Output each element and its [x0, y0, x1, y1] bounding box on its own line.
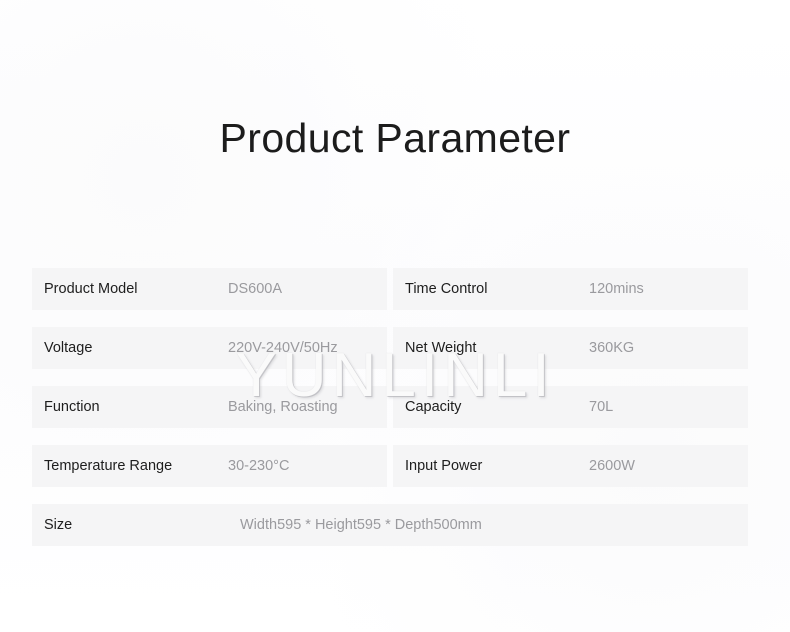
- parameter-cell-capacity: Capacity 70L: [393, 386, 748, 428]
- parameter-value: 360KG: [589, 340, 635, 356]
- parameter-label: Temperature Range: [44, 458, 173, 474]
- parameter-label: Size: [44, 517, 73, 533]
- parameter-label: Time Control: [405, 281, 488, 297]
- parameter-cell-time-control: Time Control 120mins: [393, 268, 748, 310]
- product-parameter-table: Product Model DS600A Time Control 120min…: [32, 268, 748, 546]
- parameter-cell-product-model: Product Model DS600A: [32, 268, 387, 310]
- parameter-label: Net Weight: [405, 340, 477, 356]
- table-row: Voltage 220V-240V/50Hz Net Weight 360KG: [32, 327, 748, 369]
- parameter-cell-input-power: Input Power 2600W: [393, 445, 748, 487]
- parameter-value: DS600A: [228, 281, 283, 297]
- parameter-cell-size: Size Width595 * Height595 * Depth500mm: [32, 504, 748, 546]
- parameter-label: Product Model: [44, 281, 138, 297]
- table-row: Function Baking, Roasting Capacity 70L: [32, 386, 748, 428]
- parameter-value: 2600W: [589, 458, 635, 474]
- table-row: Temperature Range 30-230°C Input Power 2…: [32, 445, 748, 487]
- parameter-cell-temperature-range: Temperature Range 30-230°C: [32, 445, 387, 487]
- parameter-label: Input Power: [405, 458, 483, 474]
- parameter-cell-voltage: Voltage 220V-240V/50Hz: [32, 327, 387, 369]
- parameter-value: 120mins: [589, 281, 644, 297]
- table-row: Product Model DS600A Time Control 120min…: [32, 268, 748, 310]
- parameter-value: 30-230°C: [228, 458, 290, 474]
- parameter-cell-function: Function Baking, Roasting: [32, 386, 387, 428]
- parameter-label: Voltage: [44, 340, 93, 356]
- parameter-value: Width595 * Height595 * Depth500mm: [240, 517, 482, 533]
- parameter-value: 70L: [589, 399, 614, 415]
- parameter-value: Baking, Roasting: [228, 399, 338, 415]
- parameter-cell-net-weight: Net Weight 360KG: [393, 327, 748, 369]
- parameter-label: Function: [44, 399, 100, 415]
- parameter-label: Capacity: [405, 399, 462, 415]
- table-row: Size Width595 * Height595 * Depth500mm: [32, 504, 748, 546]
- parameter-value: 220V-240V/50Hz: [228, 340, 338, 356]
- page-title: Product Parameter: [219, 115, 571, 161]
